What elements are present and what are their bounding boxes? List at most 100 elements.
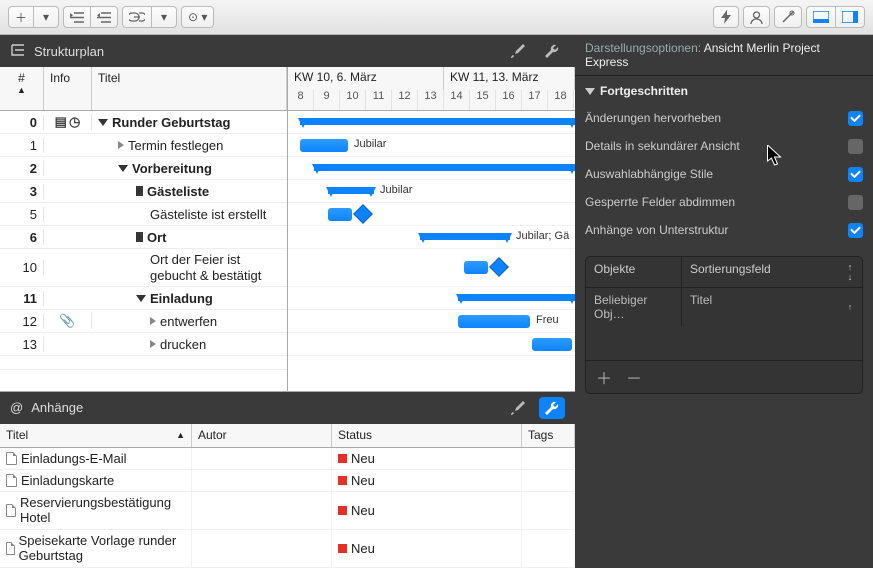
opt-dim-locked[interactable]: Gesperrte Felder abdimmen bbox=[585, 188, 863, 216]
disclosure-down-icon[interactable] bbox=[118, 165, 128, 172]
attachments-section-bar: @ Anhänge bbox=[0, 392, 575, 424]
day-col: 16 bbox=[496, 90, 522, 110]
col-title[interactable]: Titel bbox=[92, 67, 287, 110]
sort-row[interactable]: Beliebiger Obj… Titel ↑ bbox=[586, 288, 862, 326]
flag-icon: ▤ bbox=[55, 114, 67, 130]
task-bar[interactable] bbox=[458, 315, 530, 328]
outline-row[interactable]: 0 ▤◷ Runder Geburtstag bbox=[0, 111, 287, 134]
indent-in-button[interactable] bbox=[90, 6, 118, 28]
indent-out-button[interactable] bbox=[63, 6, 91, 28]
action-button[interactable] bbox=[713, 6, 739, 28]
link-button[interactable] bbox=[122, 6, 152, 28]
opt-details-secondary[interactable]: Details in sekundärer Ansicht bbox=[585, 132, 863, 160]
summary-bar[interactable] bbox=[458, 294, 575, 301]
status-dot bbox=[338, 454, 347, 463]
disclosure-right-icon[interactable] bbox=[136, 232, 143, 242]
bar-label: Freu bbox=[536, 314, 559, 326]
opt-highlight-changes[interactable]: Änderungen hervorheben bbox=[585, 104, 863, 132]
col-info[interactable]: Info bbox=[44, 67, 92, 110]
gantt-body[interactable]: Jubilar Jubilar Jubilar; Gä Freu bbox=[288, 111, 575, 391]
outline-row[interactable]: 13drucken bbox=[0, 333, 287, 356]
outline-row[interactable]: 5Gästeliste ist erstellt bbox=[0, 203, 287, 226]
add-button[interactable]: ＋ bbox=[8, 6, 34, 28]
checkbox-off-icon[interactable] bbox=[848, 139, 863, 154]
inspector-panel: Darstellungsoptionen: Ansicht Merlin Pro… bbox=[575, 35, 873, 568]
leaf-icon bbox=[150, 317, 156, 325]
task-bar[interactable] bbox=[532, 338, 572, 351]
milestone[interactable] bbox=[353, 204, 373, 224]
link-menu-button[interactable]: ▾ bbox=[151, 6, 177, 28]
outline-row[interactable]: 2Vorbereitung bbox=[0, 157, 287, 180]
day-col: 8 bbox=[288, 90, 314, 110]
outline-row[interactable]: 11Einladung bbox=[0, 287, 287, 310]
doc-icon bbox=[6, 452, 17, 465]
outline-row[interactable]: 1Termin festlegen bbox=[0, 134, 287, 157]
milestone[interactable] bbox=[489, 257, 509, 277]
doc-icon bbox=[6, 474, 17, 487]
outline-row[interactable]: 6Ort bbox=[0, 226, 287, 249]
attachment-row[interactable]: Einladungs-E-MailNeu bbox=[0, 448, 575, 470]
day-col: 9 bbox=[314, 90, 340, 110]
user-button[interactable] bbox=[743, 6, 770, 28]
brush-icon[interactable] bbox=[505, 397, 531, 419]
layout-a-button[interactable] bbox=[806, 6, 836, 28]
outline-panel: #▲ Info Titel 0 ▤◷ Runder Geburtstag 1Te… bbox=[0, 67, 288, 391]
status-dot bbox=[338, 476, 347, 485]
col-number[interactable]: #▲ bbox=[0, 67, 44, 110]
att-col-tags[interactable]: Tags bbox=[522, 424, 575, 447]
outline-row[interactable]: 3Gästeliste bbox=[0, 180, 287, 203]
opt-selection-styles[interactable]: Auswahlabhängige Stile bbox=[585, 160, 863, 188]
att-col-title[interactable]: Titel▲ bbox=[0, 424, 192, 447]
day-col: 17 bbox=[522, 90, 548, 110]
checkbox-on-icon[interactable] bbox=[848, 223, 863, 238]
th-objects[interactable]: Objekte bbox=[586, 257, 682, 287]
outline-row[interactable]: 12📎entwerfen bbox=[0, 310, 287, 333]
att-col-author[interactable]: Autor bbox=[192, 424, 332, 447]
disclosure-down-icon[interactable] bbox=[98, 119, 108, 126]
tools-button[interactable] bbox=[774, 6, 802, 28]
section-advanced[interactable]: Fortgeschritten bbox=[585, 84, 863, 98]
att-col-status[interactable]: Status bbox=[332, 424, 522, 447]
wrench-icon[interactable] bbox=[539, 397, 565, 419]
day-col: 13 bbox=[418, 90, 444, 110]
attachment-row[interactable]: Speisekarte Vorlage runder GeburtstagNeu bbox=[0, 530, 575, 568]
leaf-icon bbox=[118, 141, 124, 149]
sort-arrows-icon[interactable]: ↑↓ bbox=[838, 257, 862, 287]
layout-b-button[interactable] bbox=[835, 6, 865, 28]
disclosure-down-icon[interactable] bbox=[136, 295, 146, 302]
attachment-row[interactable]: EinladungskarteNeu bbox=[0, 470, 575, 492]
day-col: 11 bbox=[366, 90, 392, 110]
checkbox-on-icon[interactable] bbox=[848, 167, 863, 182]
attachment-row[interactable]: Reservierungsbestätigung HotelNeu bbox=[0, 492, 575, 530]
opt-substructure-attachments[interactable]: Anhänge von Unterstruktur bbox=[585, 216, 863, 244]
structure-section-bar: Strukturplan bbox=[0, 35, 575, 67]
more-button[interactable]: ⊙ ▾ bbox=[181, 6, 214, 28]
week-label: KW 10, 6. März bbox=[288, 67, 444, 90]
gantt-panel: KW 10, 6. März KW 11, 13. März 8 9 10 11… bbox=[288, 67, 575, 391]
add-menu-button[interactable]: ▾ bbox=[33, 6, 59, 28]
task-bar[interactable] bbox=[464, 261, 488, 274]
remove-row-button[interactable]: － bbox=[626, 365, 642, 389]
summary-bar[interactable] bbox=[314, 164, 575, 171]
bar-label: Jubilar bbox=[354, 138, 386, 150]
task-bar[interactable] bbox=[328, 208, 352, 221]
summary-bar[interactable] bbox=[328, 187, 374, 194]
task-bar[interactable] bbox=[300, 139, 348, 152]
disclosure-right-icon[interactable] bbox=[136, 186, 143, 196]
disclosure-down-icon bbox=[585, 88, 595, 95]
add-row-button[interactable]: ＋ bbox=[596, 365, 612, 389]
timeline-header: KW 10, 6. März KW 11, 13. März 8 9 10 11… bbox=[288, 67, 575, 111]
outline-row[interactable]: 10Ort der Feier ist gebucht & bestätigt bbox=[0, 249, 287, 287]
th-sortfield[interactable]: Sortierungsfeld bbox=[682, 257, 838, 287]
clip-icon: @ bbox=[10, 400, 23, 415]
wrench-icon[interactable] bbox=[539, 40, 565, 62]
checkbox-on-icon[interactable] bbox=[848, 111, 863, 126]
summary-bar[interactable] bbox=[420, 233, 510, 240]
structure-label: Strukturplan bbox=[34, 44, 104, 59]
summary-bar[interactable] bbox=[300, 118, 575, 125]
checkbox-off-icon[interactable] bbox=[848, 195, 863, 210]
brush-icon[interactable] bbox=[505, 40, 531, 62]
inspector-title: Darstellungsoptionen: Ansicht Merlin Pro… bbox=[575, 35, 873, 76]
outline-rows: 0 ▤◷ Runder Geburtstag 1Termin festlegen… bbox=[0, 111, 287, 391]
sort-table: Objekte Sortierungsfeld ↑↓ Beliebiger Ob… bbox=[585, 256, 863, 394]
